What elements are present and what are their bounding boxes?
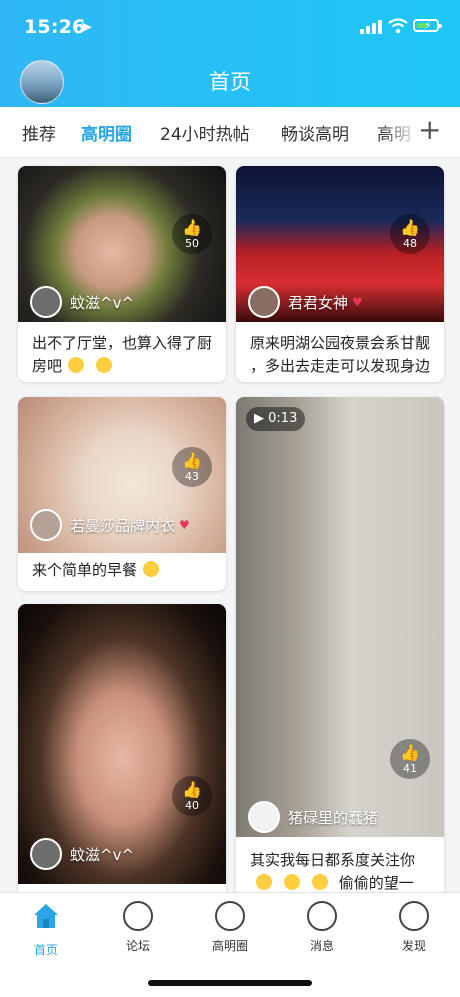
caption-line: 原来明湖公园夜景会系甘靓 bbox=[250, 334, 431, 352]
heart-badge-icon: ♥ bbox=[352, 295, 363, 309]
add-tab-button[interactable]: + bbox=[418, 113, 441, 146]
nav-label: 论坛 bbox=[125, 939, 150, 953]
author-name: 君君女神 bbox=[288, 293, 349, 312]
emoji-icon bbox=[284, 874, 300, 890]
signal-icon bbox=[360, 20, 382, 34]
thumb-up-icon: 👍 bbox=[182, 218, 202, 237]
home-icon bbox=[34, 904, 58, 928]
author-name: 若曼莎品牌内衣 bbox=[70, 516, 176, 535]
grin-emoji-icon bbox=[68, 357, 85, 373]
feed: 👍 50 蚊滋^v^ 出不了厅堂，也算入得了厨 房吧 👍 48 君君女神 ♥ 原来… bbox=[0, 158, 460, 892]
circle-icon bbox=[215, 901, 245, 931]
thumb-up-icon: 👍 bbox=[182, 451, 202, 470]
caption-line: 来个简单的早餐 bbox=[32, 561, 138, 579]
post-caption: 其实我每日都系度关注你 偷偷的望一 bbox=[250, 849, 430, 892]
thumb-up-icon: 👍 bbox=[400, 743, 420, 762]
post-author[interactable]: 蚊滋^v^ bbox=[30, 838, 134, 870]
thumb-up-icon: 👍 bbox=[400, 218, 420, 237]
author-name: 猪碌里的蠢猪 bbox=[288, 808, 379, 827]
post-author[interactable]: 蚊滋^v^ bbox=[30, 286, 134, 318]
like-button[interactable]: 👍 40 bbox=[172, 776, 212, 816]
author-avatar bbox=[30, 286, 62, 318]
nav-forum[interactable]: 论坛 bbox=[103, 901, 173, 954]
nav-label: 消息 bbox=[309, 939, 334, 953]
page-title: 首页 bbox=[209, 70, 251, 94]
home-indicator bbox=[148, 980, 312, 986]
post-card[interactable]: 👍 43 若曼莎品牌内衣 ♥ 来个简单的早餐 bbox=[18, 397, 226, 591]
caption-line: 出不了厅堂，也算入得了厨 bbox=[32, 334, 213, 352]
tab-recommend[interactable]: 推荐 bbox=[22, 120, 56, 145]
like-button[interactable]: 👍 41 bbox=[390, 739, 430, 779]
caption-line: 其实我每日都系度关注你 bbox=[250, 851, 416, 869]
emoji-icon bbox=[256, 874, 272, 890]
like-button[interactable]: 👍 48 bbox=[390, 214, 430, 254]
heart-eyes-emoji-icon bbox=[143, 561, 160, 577]
category-tabs: 推荐 高明圈 24小时热帖 畅谈高明 高明 + bbox=[0, 107, 460, 158]
thumb-up-icon: 👍 bbox=[182, 780, 202, 799]
like-count: 48 bbox=[403, 237, 417, 250]
author-avatar bbox=[248, 286, 280, 318]
post-author[interactable]: 若曼莎品牌内衣 ♥ bbox=[30, 509, 190, 541]
like-count: 41 bbox=[403, 762, 417, 775]
nav-messages[interactable]: 消息 bbox=[287, 901, 357, 954]
tab-gaoming-circle[interactable]: 高明圈 bbox=[81, 120, 132, 145]
like-count: 50 bbox=[185, 237, 199, 250]
post-author[interactable]: 君君女神 ♥ bbox=[248, 286, 363, 318]
like-count: 43 bbox=[185, 470, 199, 483]
video-time: 0:13 bbox=[268, 411, 298, 426]
caption-line: ，多出去走走可以发现身边 bbox=[250, 357, 431, 375]
author-avatar bbox=[30, 509, 62, 541]
app-header: 15:26 ➤ ⚡ 首页 bbox=[0, 0, 460, 107]
caption-line: 房吧 bbox=[32, 357, 63, 375]
forum-icon bbox=[123, 901, 153, 931]
nav-circle[interactable]: 高明圈 bbox=[195, 901, 265, 954]
like-button[interactable]: 👍 50 bbox=[172, 214, 212, 254]
post-card[interactable]: 👍 48 君君女神 ♥ 原来明湖公园夜景会系甘靓 ，多出去走走可以发现身边 bbox=[236, 166, 444, 382]
heart-badge-icon: ♥ bbox=[179, 518, 190, 532]
status-bar: 15:26 ➤ ⚡ bbox=[0, 0, 460, 52]
post-card[interactable]: ▶ 0:13 👍 41 猪碌里的蠢猪 其实我每日都系度关注你 偷偷的望一 bbox=[236, 397, 444, 892]
nav-label: 发现 bbox=[401, 939, 426, 953]
nav-label: 高明圈 bbox=[211, 939, 248, 953]
like-button[interactable]: 👍 43 bbox=[172, 447, 212, 487]
status-time: 15:26 bbox=[24, 16, 86, 38]
tab-24h-hot[interactable]: 24小时热帖 bbox=[160, 120, 250, 145]
post-card[interactable]: 👍 40 蚊滋^v^ bbox=[18, 604, 226, 892]
tab-fade bbox=[380, 107, 420, 157]
battery-icon: ⚡ bbox=[413, 19, 442, 32]
post-author[interactable]: 猪碌里的蠢猪 bbox=[248, 801, 378, 833]
author-avatar bbox=[248, 801, 280, 833]
tab-chat-gaoming[interactable]: 畅谈高明 bbox=[281, 120, 349, 145]
nav-label: 首页 bbox=[33, 943, 58, 957]
nav-home[interactable]: 首页 bbox=[11, 901, 81, 958]
post-caption: 原来明湖公园夜景会系甘靓 ，多出去走走可以发现身边 bbox=[250, 332, 430, 378]
message-icon bbox=[307, 901, 337, 931]
author-name: 蚊滋^v^ bbox=[70, 845, 135, 864]
emoji-icon bbox=[312, 874, 328, 890]
post-caption: 出不了厅堂，也算入得了厨 房吧 bbox=[32, 332, 212, 378]
nav-discover[interactable]: 发现 bbox=[379, 901, 449, 954]
caption-line: 偷偷的望一 bbox=[338, 874, 414, 892]
location-icon: ➤ bbox=[80, 18, 93, 36]
grin-emoji-icon bbox=[96, 357, 113, 373]
rocket-icon bbox=[399, 901, 429, 931]
author-name: 蚊滋^v^ bbox=[70, 293, 135, 312]
post-caption: 来个简单的早餐 bbox=[32, 559, 212, 582]
wifi-icon bbox=[388, 18, 408, 34]
author-avatar bbox=[30, 838, 62, 870]
post-card[interactable]: 👍 50 蚊滋^v^ 出不了厅堂，也算入得了厨 房吧 bbox=[18, 166, 226, 382]
like-count: 40 bbox=[185, 799, 199, 812]
video-duration: ▶ 0:13 bbox=[246, 407, 306, 431]
